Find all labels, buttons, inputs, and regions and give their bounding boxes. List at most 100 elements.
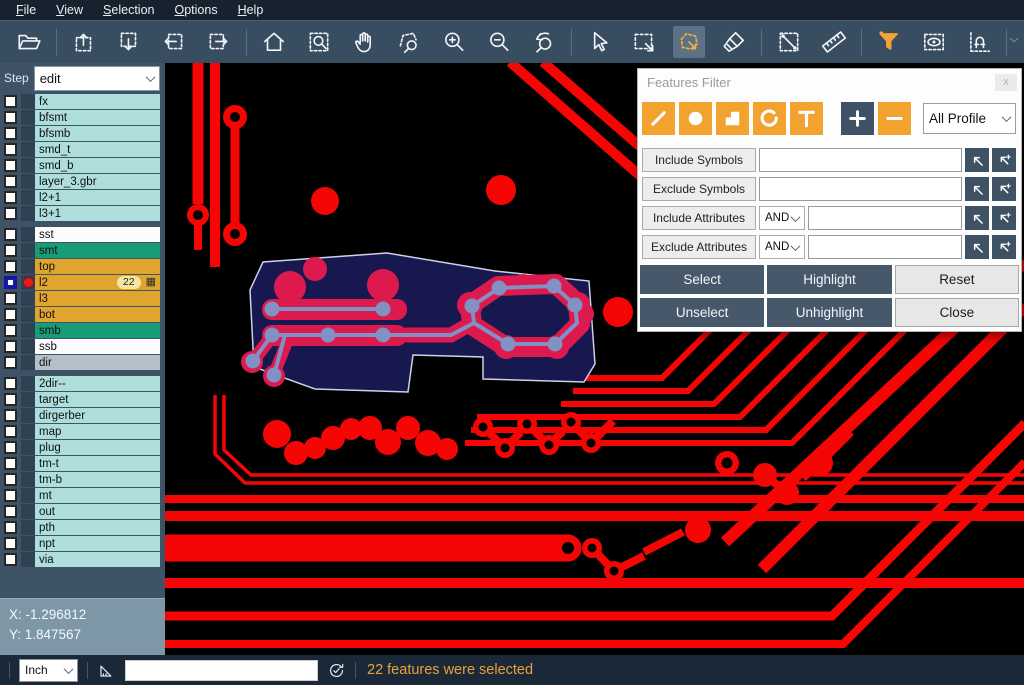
remove-feature-button[interactable]: [878, 102, 911, 135]
dialog-title-bar[interactable]: Features Filter x: [638, 69, 1021, 95]
layer-name-smb[interactable]: smb: [35, 323, 160, 338]
pan-up-icon[interactable]: [68, 26, 100, 58]
unselect-button[interactable]: Unselect: [640, 298, 764, 327]
layer-checkbox-l3+1[interactable]: [4, 207, 17, 220]
close-button[interactable]: Close: [895, 298, 1019, 327]
layer-checkbox-npt[interactable]: [4, 537, 17, 550]
layer-name-sst[interactable]: sst: [35, 227, 160, 242]
active-layer-indicator-cell[interactable]: [21, 142, 35, 157]
layer-name-l3[interactable]: l3: [35, 291, 160, 306]
menu-item-help[interactable]: Help: [228, 2, 274, 19]
active-layer-indicator-cell[interactable]: [21, 275, 35, 290]
include-attributes-input[interactable]: [808, 206, 962, 230]
unit-select[interactable]: Inch: [19, 659, 78, 682]
layer-checkbox-mt[interactable]: [4, 489, 17, 502]
layer-checkbox-tm-t[interactable]: [4, 457, 17, 470]
layer-checkbox-dir[interactable]: [4, 356, 17, 369]
arc-feature-button[interactable]: [753, 102, 786, 135]
active-layer-indicator-cell[interactable]: [21, 307, 35, 322]
reset-button[interactable]: Reset: [895, 265, 1019, 294]
toolbar-overflow-icon[interactable]: [1007, 33, 1021, 52]
layer-name-plug[interactable]: plug: [35, 440, 160, 455]
layer-name-bfsmt[interactable]: bfsmt: [35, 110, 160, 125]
layer-checkbox-tm-b[interactable]: [4, 473, 17, 486]
show-selection-icon[interactable]: [918, 26, 950, 58]
active-layer-indicator-cell[interactable]: [21, 392, 35, 407]
layer-name-map[interactable]: map: [35, 424, 160, 439]
layer-checkbox-bfsmt[interactable]: [4, 111, 17, 124]
layer-name-smd_b[interactable]: smd_b: [35, 158, 160, 173]
layer-checkbox-ssb[interactable]: [4, 340, 17, 353]
select-button[interactable]: Select: [640, 265, 764, 294]
and-or-select[interactable]: AND: [759, 235, 805, 259]
active-layer-indicator-cell[interactable]: [21, 227, 35, 242]
layer-name-l2[interactable]: l222▦: [35, 275, 160, 290]
layer-checkbox-top[interactable]: [4, 260, 17, 273]
menu-item-selection[interactable]: Selection: [93, 2, 164, 19]
layer-name-pth[interactable]: pth: [35, 520, 160, 535]
active-layer-indicator-cell[interactable]: [21, 323, 35, 338]
exclude-symbols-input[interactable]: [759, 177, 962, 201]
layer-checkbox-layer_3.gbr[interactable]: [4, 175, 17, 188]
layer-name-dirgerber[interactable]: dirgerber: [35, 408, 160, 423]
layer-checkbox-l3[interactable]: [4, 292, 17, 305]
active-layer-indicator-cell[interactable]: [21, 536, 35, 551]
include-symbols-input[interactable]: [759, 148, 962, 172]
layer-checkbox-dirgerber[interactable]: [4, 409, 17, 422]
active-layer-indicator-cell[interactable]: [21, 424, 35, 439]
and-or-select[interactable]: AND: [759, 206, 805, 230]
layer-checkbox-target[interactable]: [4, 393, 17, 406]
active-layer-indicator-cell[interactable]: [21, 291, 35, 306]
zoom-previous-icon[interactable]: [528, 26, 560, 58]
include-symbols-button[interactable]: Include Symbols: [642, 148, 756, 172]
measure-line-icon[interactable]: [773, 26, 805, 58]
clean-selection-icon[interactable]: [718, 26, 750, 58]
layer-name-bfsmb[interactable]: bfsmb: [35, 126, 160, 141]
menu-item-options[interactable]: Options: [164, 2, 227, 19]
layer-checkbox-bfsmb[interactable]: [4, 127, 17, 140]
layer-checkbox-bot[interactable]: [4, 308, 17, 321]
layer-checkbox-fx[interactable]: [4, 95, 17, 108]
include-attributes-button[interactable]: Include Attributes: [642, 206, 756, 230]
layer-name-via[interactable]: via: [35, 552, 160, 567]
layer-name-dir[interactable]: dir: [35, 355, 160, 370]
features-filter-icon[interactable]: [873, 26, 905, 58]
pick-add-from-canvas-button[interactable]: [992, 235, 1016, 259]
polygon-select-icon[interactable]: [673, 26, 705, 58]
layer-name-l3+1[interactable]: l3+1: [35, 206, 160, 221]
layer-checkbox-2dir--[interactable]: [4, 377, 17, 390]
exclude-attributes-button[interactable]: Exclude Attributes: [642, 235, 756, 259]
layer-name-fx[interactable]: fx: [35, 94, 160, 109]
home-icon[interactable]: [258, 26, 290, 58]
layer-checkbox-out[interactable]: [4, 505, 17, 518]
active-layer-indicator-cell[interactable]: [21, 376, 35, 391]
pointer-select-icon[interactable]: [583, 26, 615, 58]
active-layer-indicator-cell[interactable]: [21, 190, 35, 205]
layer-checkbox-smd_b[interactable]: [4, 159, 17, 172]
layer-checkbox-l2[interactable]: [4, 276, 17, 289]
active-layer-indicator-cell[interactable]: [21, 504, 35, 519]
layer-name-mt[interactable]: mt: [35, 488, 160, 503]
zoom-in-icon[interactable]: [438, 26, 470, 58]
pick-add-from-canvas-button[interactable]: [992, 206, 1016, 230]
active-layer-indicator-cell[interactable]: [21, 126, 35, 141]
layer-name-ssb[interactable]: ssb: [35, 339, 160, 354]
layer-name-out[interactable]: out: [35, 504, 160, 519]
active-layer-indicator-cell[interactable]: [21, 472, 35, 487]
pan-hand-icon[interactable]: [348, 26, 380, 58]
unhighlight-button[interactable]: Unhighlight: [767, 298, 891, 327]
pan-left-icon[interactable]: [158, 26, 190, 58]
active-layer-indicator-cell[interactable]: [21, 243, 35, 258]
active-layer-indicator-cell[interactable]: [21, 174, 35, 189]
active-layer-indicator-cell[interactable]: [21, 339, 35, 354]
profile-select[interactable]: All Profile: [923, 103, 1016, 134]
layer-checkbox-smt[interactable]: [4, 244, 17, 257]
exclude-symbols-button[interactable]: Exclude Symbols: [642, 177, 756, 201]
zoom-area-icon[interactable]: [303, 26, 335, 58]
layer-name-npt[interactable]: npt: [35, 536, 160, 551]
active-layer-indicator-cell[interactable]: [21, 206, 35, 221]
layer-name-tm-t[interactable]: tm-t: [35, 456, 160, 471]
layer-name-layer_3.gbr[interactable]: layer_3.gbr: [35, 174, 160, 189]
layer-checkbox-smd_t[interactable]: [4, 143, 17, 156]
zoom-out-icon[interactable]: [483, 26, 515, 58]
